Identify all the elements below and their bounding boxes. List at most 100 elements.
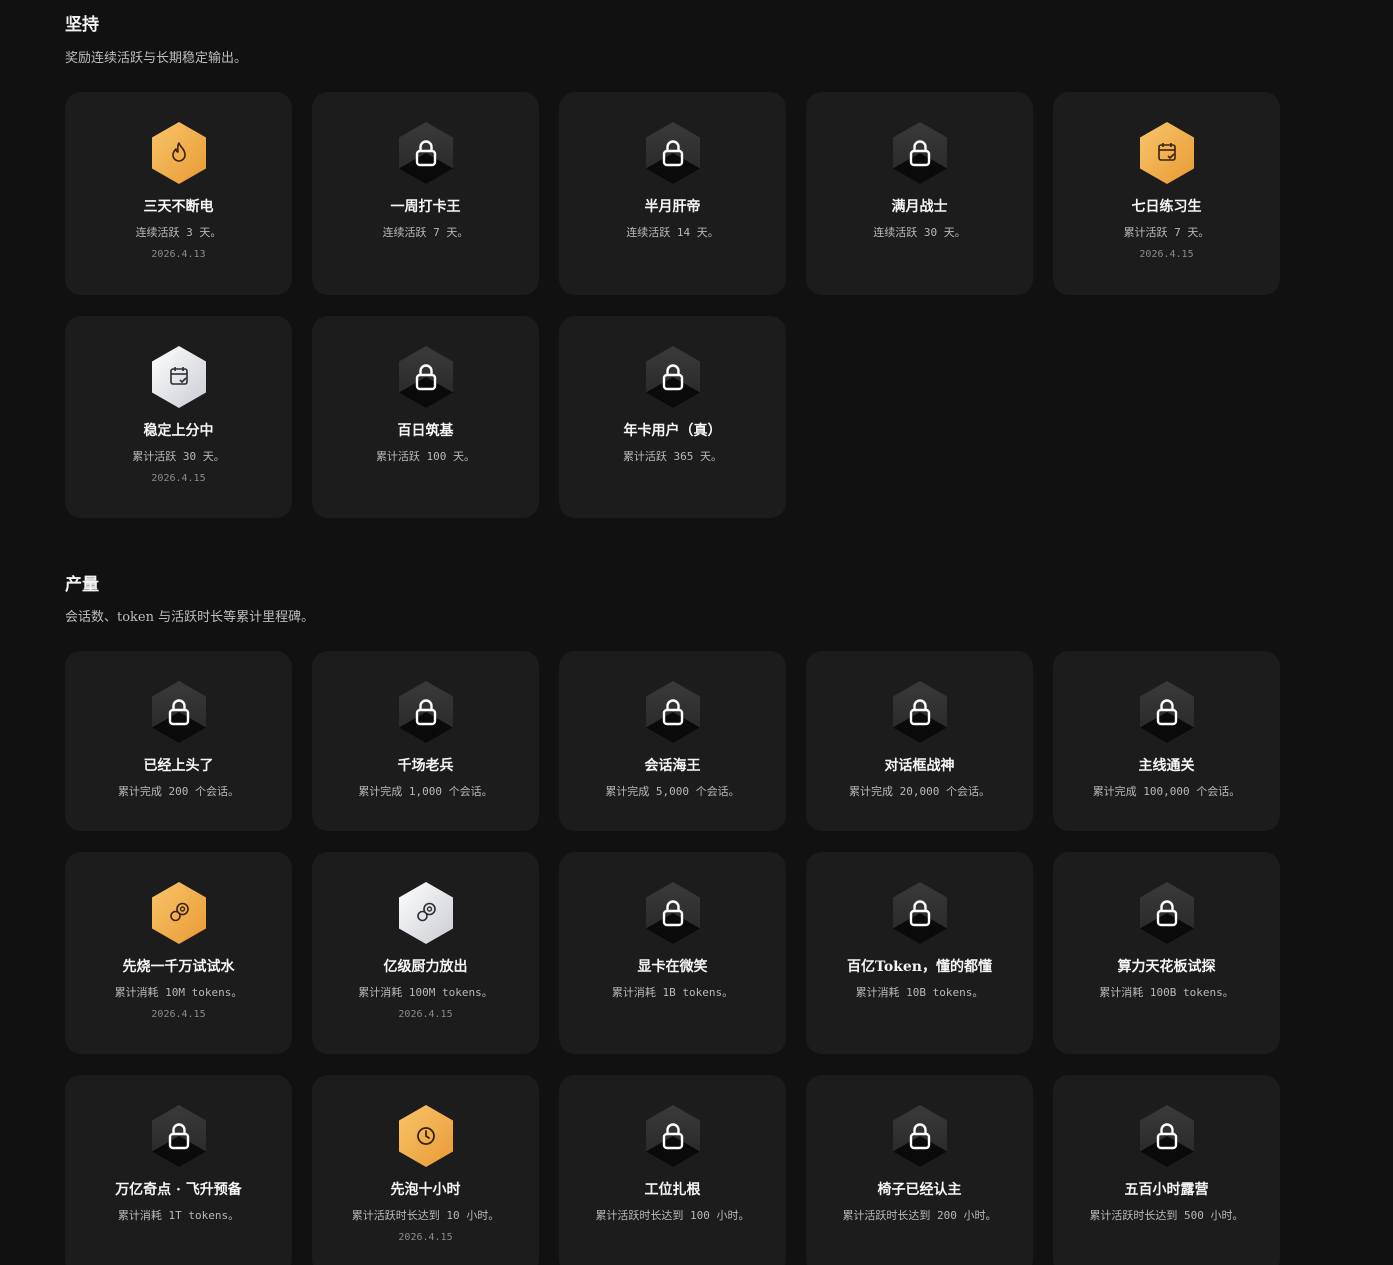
achievement-title: 算力天花板试探 bbox=[1117, 959, 1216, 975]
section-title-persistence: 坚持 bbox=[65, 15, 99, 35]
locked-badge bbox=[151, 681, 206, 743]
section-title-output: 产量 bbox=[65, 575, 99, 595]
achievement-title: 半月肝帝 bbox=[644, 199, 701, 215]
achievement-date: 2026.4.15 bbox=[398, 1232, 453, 1243]
locked-badge bbox=[398, 346, 453, 408]
achievement-desc: 累计消耗 1T tokens。 bbox=[117, 1209, 240, 1222]
achievement-card[interactable]: 显卡在微笑累计消耗 1B tokens。 bbox=[559, 852, 786, 1054]
achievement-card[interactable]: 工位扎根累计活跃时长达到 100 小时。 bbox=[559, 1075, 786, 1265]
achievement-card[interactable]: 先烧一千万试试水 累计消耗 10M tokens。 2026.4.15 bbox=[65, 852, 292, 1054]
locked-badge bbox=[892, 122, 947, 184]
achievement-desc: 累计活跃时长达到 10 小时。 bbox=[351, 1209, 500, 1222]
locked-badge bbox=[645, 346, 700, 408]
achievement-card[interactable]: 年卡用户（真） 累计活跃 365 天。 bbox=[559, 316, 786, 518]
achievement-card[interactable]: 椅子已经认主累计活跃时长达到 200 小时。 bbox=[806, 1075, 1033, 1265]
achievement-title: 七日练习生 bbox=[1131, 199, 1202, 215]
achievement-card[interactable]: 七日练习生 累计活跃 7 天。 2026.4.15 bbox=[1053, 92, 1280, 295]
achievement-title: 主线通关 bbox=[1138, 758, 1195, 774]
achievement-card[interactable]: 百亿Token，懂的都懂 累计消耗 10B tokens。 bbox=[806, 852, 1033, 1054]
achievement-date: 2026.4.13 bbox=[151, 249, 206, 260]
achievement-desc: 累计活跃时长达到 500 小时。 bbox=[1089, 1209, 1244, 1222]
achievement-desc: 连续活跃 30 天。 bbox=[873, 226, 966, 239]
achievement-card[interactable]: 会话海王累计完成 5,000 个会话。 bbox=[559, 651, 786, 831]
locked-badge bbox=[1139, 681, 1194, 743]
achievement-badge bbox=[1139, 122, 1194, 184]
achievement-card[interactable]: 稳定上分中 累计活跃 30 天。 2026.4.15 bbox=[65, 316, 292, 518]
achievement-desc: 累计消耗 100B tokens。 bbox=[1099, 986, 1234, 999]
achievement-desc: 累计消耗 10B tokens。 bbox=[855, 986, 984, 999]
achievement-title: 显卡在微笑 bbox=[637, 959, 708, 975]
achievement-desc: 累计消耗 100M tokens。 bbox=[358, 986, 493, 999]
achievement-title: 三天不断电 bbox=[143, 199, 214, 215]
achievement-desc: 累计完成 100,000 个会话。 bbox=[1092, 785, 1241, 798]
achievement-card[interactable]: 算力天花板试探累计消耗 100B tokens。 bbox=[1053, 852, 1280, 1054]
achievement-card[interactable]: 千场老兵累计完成 1,000 个会话。 bbox=[312, 651, 539, 831]
achievement-card[interactable]: 三天不断电连续活跃 3 天。 2026.4.13 bbox=[65, 92, 292, 295]
achievement-card[interactable]: 万亿奇点 · 飞升预备 累计消耗 1T tokens。 bbox=[65, 1075, 292, 1265]
achievement-title: 已经上头了 bbox=[143, 758, 214, 774]
achievement-badge bbox=[398, 882, 453, 944]
achievement-desc: 累计活跃 7 天。 bbox=[1123, 226, 1210, 239]
locked-badge bbox=[645, 1105, 700, 1167]
achievement-title: 对话框战神 bbox=[884, 758, 955, 774]
achievement-title: 万亿奇点 · 飞升预备 bbox=[115, 1182, 242, 1198]
achievement-title: 椅子已经认主 bbox=[877, 1182, 962, 1198]
achievement-card[interactable]: 亿级厨力放出累计消耗 100M tokens。 2026.4.15 bbox=[312, 852, 539, 1054]
achievement-date: 2026.4.15 bbox=[398, 1009, 453, 1020]
achievement-card[interactable]: 满月战士连续活跃 30 天。 bbox=[806, 92, 1033, 295]
achievement-card[interactable]: 百日筑基累计活跃 100 天。 bbox=[312, 316, 539, 518]
achievement-desc: 累计消耗 10M tokens。 bbox=[114, 986, 243, 999]
achievement-title: 会话海王 bbox=[644, 758, 701, 774]
achievement-desc: 累计活跃时长达到 200 小时。 bbox=[842, 1209, 997, 1222]
locked-badge bbox=[398, 122, 453, 184]
locked-badge bbox=[892, 1105, 947, 1167]
achievement-badge bbox=[151, 346, 206, 408]
achievement-desc: 累计活跃 365 天。 bbox=[622, 450, 723, 463]
achievement-desc: 累计消耗 1B tokens。 bbox=[611, 986, 734, 999]
achievement-title: 百亿Token，懂的都懂 bbox=[847, 959, 992, 975]
achievement-badge bbox=[151, 882, 206, 944]
section-desc-output: 会话数、token 与活跃时长等累计里程碑。 bbox=[65, 610, 315, 625]
achievement-card[interactable]: 已经上头了累计完成 200 个会话。 bbox=[65, 651, 292, 831]
achievement-desc: 累计完成 200 个会话。 bbox=[117, 785, 240, 798]
achievement-title: 亿级厨力放出 bbox=[383, 959, 468, 975]
achievement-desc: 累计完成 1,000 个会话。 bbox=[358, 785, 493, 798]
achievement-badge bbox=[398, 1105, 453, 1167]
achievement-desc: 累计完成 20,000 个会话。 bbox=[849, 785, 990, 798]
locked-badge bbox=[892, 681, 947, 743]
locked-badge bbox=[645, 882, 700, 944]
locked-badge bbox=[645, 681, 700, 743]
achievement-title: 满月战士 bbox=[891, 199, 948, 215]
achievement-card[interactable]: 先泡十小时累计活跃时长达到 10 小时。 2026.4.15 bbox=[312, 1075, 539, 1265]
achievement-title: 先烧一千万试试水 bbox=[122, 959, 235, 975]
achievement-title: 一周打卡王 bbox=[390, 199, 461, 215]
achievement-title: 稳定上分中 bbox=[143, 423, 214, 439]
achievement-date: 2026.4.15 bbox=[151, 1009, 206, 1020]
achievement-title: 五百小时露营 bbox=[1124, 1182, 1209, 1198]
achievement-card[interactable]: 半月肝帝连续活跃 14 天。 bbox=[559, 92, 786, 295]
achievement-date: 2026.4.15 bbox=[151, 473, 206, 484]
achievement-title: 先泡十小时 bbox=[390, 1182, 461, 1198]
locked-badge bbox=[398, 681, 453, 743]
achievements-page: 坚持 奖励连续活跃与长期稳定输出。 产量 会话数、token 与活跃时长等累计里… bbox=[0, 0, 1393, 1265]
achievement-title: 百日筑基 bbox=[397, 423, 454, 439]
locked-badge bbox=[1139, 1105, 1194, 1167]
achievement-card[interactable]: 五百小时露营累计活跃时长达到 500 小时。 bbox=[1053, 1075, 1280, 1265]
achievement-title: 千场老兵 bbox=[397, 758, 454, 774]
locked-badge bbox=[892, 882, 947, 944]
achievement-card[interactable]: 对话框战神累计完成 20,000 个会话。 bbox=[806, 651, 1033, 831]
locked-badge bbox=[1139, 882, 1194, 944]
achievement-desc: 连续活跃 3 天。 bbox=[135, 226, 222, 239]
achievement-desc: 累计活跃 100 天。 bbox=[375, 450, 476, 463]
locked-badge bbox=[151, 1105, 206, 1167]
achievement-desc: 连续活跃 14 天。 bbox=[626, 226, 719, 239]
locked-badge bbox=[645, 122, 700, 184]
achievement-card[interactable]: 主线通关累计完成 100,000 个会话。 bbox=[1053, 651, 1280, 831]
achievement-badge bbox=[151, 122, 206, 184]
achievement-desc: 累计完成 5,000 个会话。 bbox=[605, 785, 740, 798]
achievement-desc: 连续活跃 7 天。 bbox=[382, 226, 469, 239]
achievement-card[interactable]: 一周打卡王连续活跃 7 天。 bbox=[312, 92, 539, 295]
achievement-desc: 累计活跃时长达到 100 小时。 bbox=[595, 1209, 750, 1222]
achievement-title: 工位扎根 bbox=[644, 1182, 701, 1198]
achievement-title: 年卡用户（真） bbox=[623, 423, 722, 439]
